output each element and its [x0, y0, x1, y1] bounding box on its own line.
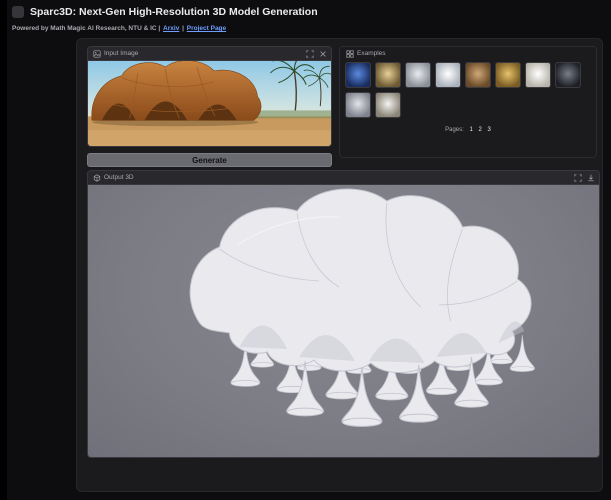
output-3d-model: [189, 188, 536, 428]
expand-icon[interactable]: [305, 49, 314, 58]
example-thumb-dark-robot[interactable]: [555, 62, 581, 88]
input-image-panel-header: Input Image: [88, 47, 331, 61]
page-2[interactable]: 2: [479, 127, 482, 133]
output-3d-label: Output 3D: [104, 174, 134, 181]
download-icon[interactable]: [586, 173, 595, 182]
examples-label: Examples: [357, 50, 386, 57]
example-thumb-white-eagle[interactable]: [435, 62, 461, 88]
output-3d-panel: Output 3D: [87, 170, 600, 458]
project-page-link[interactable]: Project Page: [187, 25, 226, 32]
example-thumb-silver-lion-head[interactable]: [345, 92, 371, 118]
subtitle: Powered by Math Magic AI Research, NTU &…: [12, 25, 227, 32]
pages-label: Pages:: [445, 127, 464, 133]
examples-header: Examples: [340, 47, 596, 60]
examples-pagination: Pages: 1 2 3: [340, 127, 596, 133]
example-thumb-bronze-owl[interactable]: [465, 62, 491, 88]
example-thumb-gold-ring[interactable]: [375, 62, 401, 88]
examples-grid: [340, 60, 596, 120]
image-icon: [92, 49, 101, 58]
page-3[interactable]: 3: [488, 127, 491, 133]
example-thumb-spider[interactable]: [375, 92, 401, 118]
app-container: Input Image Examples Pages: 1 2 3 Genera…: [76, 38, 603, 492]
input-image-label: Input Image: [104, 50, 139, 57]
example-thumb-blue-crystal-dragon[interactable]: [345, 62, 371, 88]
cube-icon: [92, 173, 101, 182]
left-edge-strip: [0, 0, 7, 500]
example-thumb-deer-skull[interactable]: [525, 62, 551, 88]
output-3d-panel-header: Output 3D: [88, 171, 599, 185]
generate-button[interactable]: Generate: [87, 153, 332, 167]
page-title: Sparc3D: Next-Gen High-Resolution 3D Mod…: [30, 6, 318, 18]
example-thumb-silver-dragon[interactable]: [405, 62, 431, 88]
link-separator: |: [182, 25, 184, 32]
close-icon[interactable]: [318, 49, 327, 58]
input-image-panel: Input Image: [87, 46, 332, 147]
grid-icon: [345, 49, 354, 58]
example-thumb-gold-statue-group[interactable]: [495, 62, 521, 88]
site-logo[interactable]: [12, 6, 24, 18]
fullscreen-icon[interactable]: [573, 173, 582, 182]
3d-viewport[interactable]: [88, 185, 599, 457]
beach-pavilion-photo: [88, 61, 331, 146]
examples-panel: Examples Pages: 1 2 3: [339, 46, 597, 158]
arxiv-link[interactable]: Arxiv: [163, 25, 179, 32]
subtitle-text: Powered by Math Magic AI Research, NTU &…: [12, 25, 161, 32]
input-image-preview[interactable]: [88, 61, 331, 146]
page-1[interactable]: 1: [469, 127, 472, 133]
